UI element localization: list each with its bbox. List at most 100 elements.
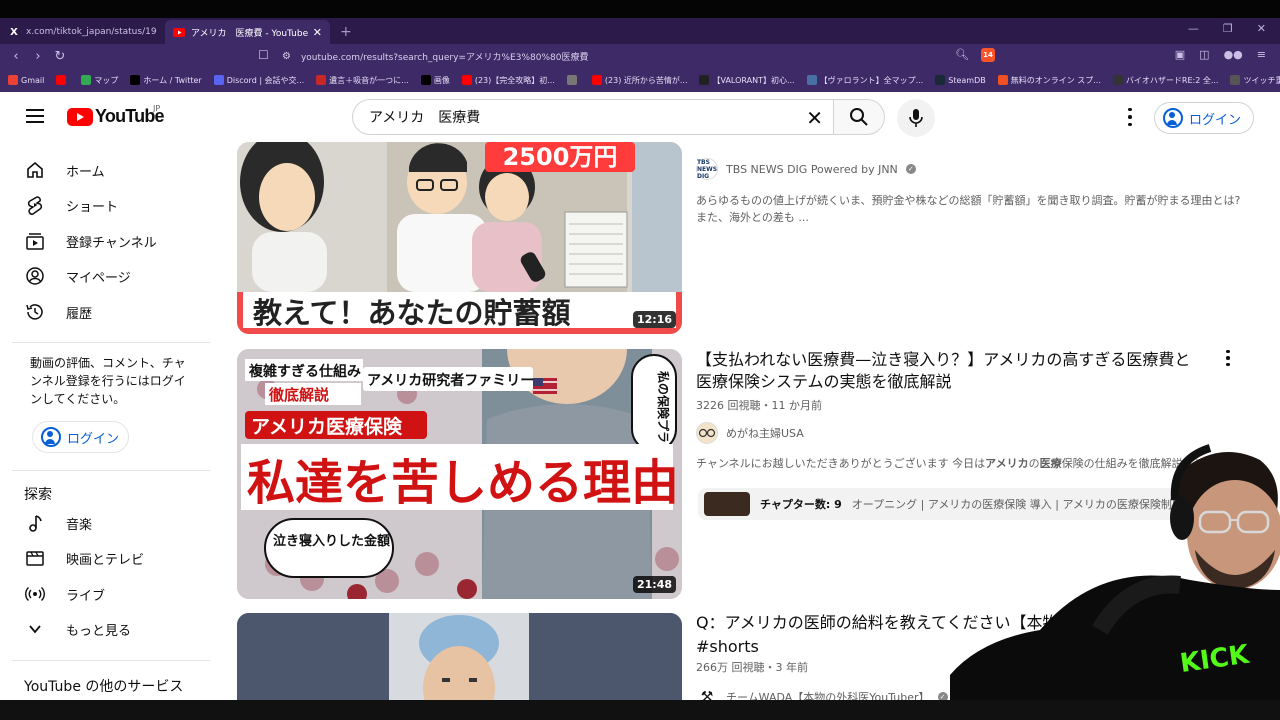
bookmark-item[interactable]: SteamDB (935, 75, 986, 85)
omnibox-actions: 🔍︎ 14 (955, 48, 995, 62)
forward-icon[interactable]: › (28, 49, 48, 64)
menu-icon[interactable]: ≡ (1257, 48, 1266, 61)
history-icon (24, 301, 46, 323)
search-value: アメリカ 医療費 (369, 110, 481, 126)
voice-search-button[interactable] (897, 99, 935, 137)
yt-header: YouTube JP アメリカ 医療費 ✕ ログイン (0, 92, 1280, 142)
bookmark-label: 遺言＋吸音が一つに... (329, 75, 409, 85)
bookmark-item[interactable]: (23)【完全攻略】初... (461, 75, 555, 86)
header-login-button[interactable]: ログイン (1154, 102, 1254, 134)
video-title[interactable]: 【支払われない医療費—泣き寝入り？】アメリカの高すぎる医療費と医療保険システムの… (696, 349, 1206, 393)
site-settings-icon[interactable]: ⚙ (282, 51, 291, 62)
sidebar-item-label: ホーム (66, 164, 105, 180)
bookmark-item[interactable]: バイオハザードRE:2 全... (1112, 75, 1218, 86)
sidebar-login-button[interactable]: ログイン (32, 421, 129, 453)
bookmark-favicon-icon (316, 75, 327, 85)
sidebar-divider (12, 470, 210, 471)
bookmark-label: マップ (94, 75, 119, 85)
sidebar-item-shorts[interactable]: ショート (14, 187, 210, 223)
search-icon (850, 108, 868, 126)
bookmark-favicon-icon (1230, 75, 1241, 85)
sidebar-item-live[interactable]: ライブ (14, 576, 210, 612)
sidebar-item-home[interactable]: ホーム (14, 152, 210, 188)
video-hashtag[interactable]: #shorts (696, 636, 759, 658)
chapters-count: チャプター数: 9 (760, 498, 842, 511)
sidebar-divider (12, 342, 210, 343)
bookmark-item[interactable]: 遺言＋吸音が一つに... (316, 75, 409, 86)
video-menu-icon[interactable] (1218, 348, 1238, 368)
video-title[interactable]: Q：アメリカの医師の給料を教えてください【本物の (696, 612, 1156, 634)
bookmark-item[interactable]: 【ヴァロラント】全マップ... (806, 75, 923, 86)
back-icon[interactable]: ‹ (6, 49, 26, 64)
bookmark-item[interactable]: ツイッチ重過 (1230, 75, 1280, 86)
video-duration: 21:48 (632, 576, 676, 593)
shorts-icon (24, 194, 46, 216)
bookmark-favicon-icon (8, 75, 18, 85)
bookmark-item[interactable]: Discord | 会話や交... (213, 75, 304, 86)
film-icon (24, 547, 46, 569)
brave-shields-icon[interactable]: 14 (980, 48, 995, 62)
channel-link[interactable]: TBS NEWS DIG TBS NEWS DIG Powered by JNN… (696, 158, 916, 180)
bookmark-favicon-icon (461, 75, 472, 85)
zoom-icon[interactable]: 🔍︎ (955, 48, 969, 62)
sidebar-item-label: 登録チャンネル (66, 235, 157, 251)
new-tab-button[interactable]: + (340, 20, 352, 44)
sidebar-item-movies[interactable]: 映画とテレビ (14, 540, 210, 576)
thumbnail-illustration: 2500万円 教えて！あなたの貯蓄額 (237, 142, 682, 334)
chevron-down-icon (24, 618, 46, 640)
sidebar-item-subscriptions[interactable]: 登録チャンネル (14, 223, 210, 259)
video-thumbnail[interactable]: 複雑すぎる仕組み 徹底解説 アメリカ研究者ファミリー 私の保険プラン アメリカ医… (237, 349, 682, 599)
tab-x[interactable]: X x.com/tiktok_japan/status/19990637... (0, 20, 165, 44)
video-metadata: 3226 回視聴・11 か月前 (696, 399, 822, 412)
bookmark-item[interactable] (56, 75, 69, 85)
bookmark-item[interactable]: Gmail (8, 75, 44, 85)
signin-prompt: 動画の評価、コメント、チャンネル登録を行うにはログインしてください。 (30, 356, 186, 406)
bookmark-label: SteamDB (948, 75, 986, 85)
youtube-logo[interactable]: YouTube (67, 106, 165, 127)
restore-icon[interactable]: ❐ (1223, 22, 1233, 35)
bookmark-item[interactable]: ホーム / Twitter (130, 75, 202, 86)
bookmark-item[interactable] (566, 75, 580, 85)
bookmark-item[interactable]: 【VALORANT】初心... (699, 75, 795, 86)
search-button[interactable] (833, 99, 885, 135)
profile-icon[interactable]: ●● (1224, 48, 1243, 61)
tab-title: x.com/tiktok_japan/status/19990637... (26, 27, 157, 37)
video-thumbnail[interactable]: 2500万円 教えて！あなたの貯蓄額 12:16 (237, 142, 682, 334)
bookmark-item[interactable]: 画像 (420, 75, 450, 86)
bookmark-favicon-icon (699, 75, 710, 85)
url-field[interactable]: ⚙ youtube.com/results?search_query=アメリカ%… (282, 47, 1002, 65)
close-tab-icon[interactable]: ✕ (313, 26, 322, 39)
reload-icon[interactable]: ↻ (50, 49, 70, 64)
thumbnail-tag: 複雑すぎる仕組み (248, 363, 361, 380)
verified-icon: ✓ (905, 164, 916, 174)
sidebar-item-you[interactable]: マイページ (14, 258, 210, 294)
sidebar-toggle-icon[interactable]: ◫ (1199, 48, 1209, 61)
settings-menu-icon[interactable] (1120, 106, 1140, 128)
video-description: あらゆるものの値上げが続くいま、預貯金や株などの総額「貯蓄額」を聞き取り調査。貯… (696, 194, 1241, 224)
bookmark-label: (23)【完全攻略】初... (474, 75, 555, 85)
url-text: youtube.com/results?search_query=アメリカ%E3… (300, 52, 589, 63)
minimize-icon[interactable]: — (1188, 22, 1199, 35)
bookmark-icon[interactable]: ☐ (258, 48, 269, 62)
extensions-icon[interactable]: ▣ (1175, 48, 1185, 61)
channel-link[interactable]: ⚒ チームWADA【本物の外科医YouTuber】 ✓ (696, 686, 948, 700)
hamburger-menu-icon[interactable] (26, 109, 44, 123)
music-icon (24, 512, 46, 534)
tab-youtube[interactable]: アメリカ 医療費 - YouTube ✕ (165, 20, 330, 44)
thumbnail-bubble: 泣き寝入りした金額 (273, 533, 390, 549)
explore-heading: 探索 (24, 487, 52, 503)
bookmark-favicon-icon (130, 75, 141, 85)
clear-search-icon[interactable]: ✕ (806, 106, 823, 130)
sidebar-item-history[interactable]: 履歴 (14, 294, 210, 330)
bookmark-item[interactable]: マップ (81, 75, 118, 86)
close-window-icon[interactable]: ✕ (1257, 22, 1266, 35)
chapters-row[interactable]: チャプター数: 9 オープニング | アメリカの医療保険 導入 | アメリカの医… (698, 488, 1218, 520)
bookmark-item[interactable]: (23) 近所から苦情が... (591, 75, 687, 86)
account-icon (41, 427, 61, 447)
bookmark-item[interactable]: 無料のオンライン スプ... (997, 75, 1101, 86)
sidebar-item-more[interactable]: もっと見る (14, 611, 210, 647)
search-input[interactable]: アメリカ 医療費 ✕ (352, 99, 834, 135)
sidebar-item-music[interactable]: 音楽 (14, 505, 210, 541)
video-thumbnail[interactable] (237, 613, 682, 700)
channel-link[interactable]: めがね主婦USA (696, 422, 804, 444)
